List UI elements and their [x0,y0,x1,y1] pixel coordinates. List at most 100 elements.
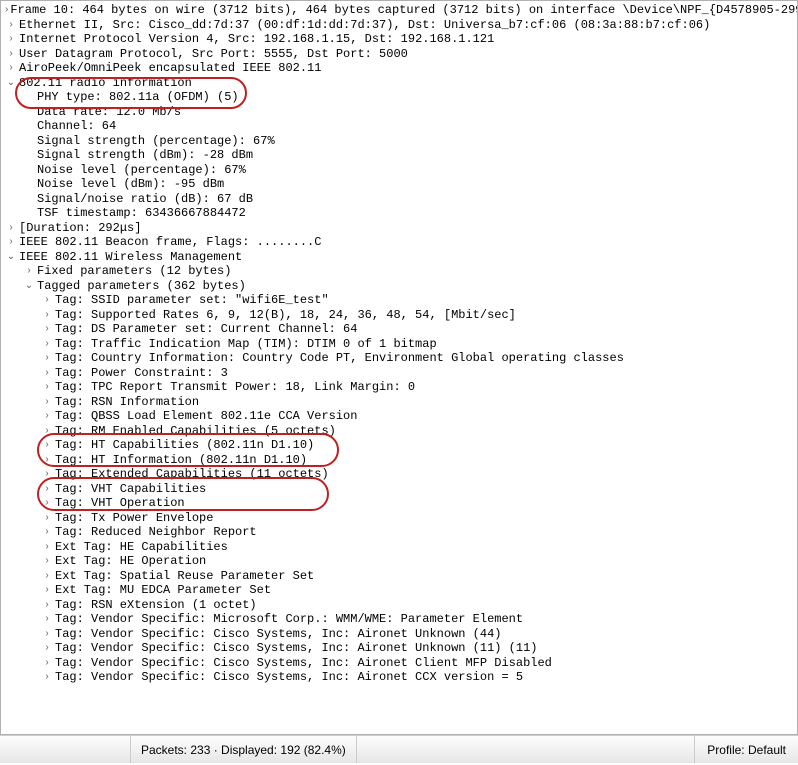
expand-icon[interactable]: › [41,641,53,656]
tree-row[interactable]: ›Tag: QBSS Load Element 802.11e CCA Vers… [1,409,797,424]
tree-row[interactable]: ›Tag: VHT Capabilities [1,482,797,497]
expand-icon[interactable]: › [41,467,53,482]
tree-row: Channel: 64 [1,119,797,134]
tree-row[interactable]: ›Tag: Tx Power Envelope [1,511,797,526]
packet-details-pane[interactable]: ›Frame 10: 464 bytes on wire (3712 bits)… [0,0,798,735]
expand-icon[interactable]: › [41,308,53,323]
expand-icon[interactable]: › [41,627,53,642]
tree-row[interactable]: ›Internet Protocol Version 4, Src: 192.1… [1,32,797,47]
tree-row[interactable]: ›User Datagram Protocol, Src Port: 5555,… [1,47,797,62]
tree-row-label: Tag: Vendor Specific: Cisco Systems, Inc… [55,656,552,671]
tree-row[interactable]: ›Tag: Vendor Specific: Cisco Systems, In… [1,670,797,685]
expand-icon[interactable]: › [41,496,53,511]
expand-icon[interactable]: › [5,61,17,76]
expand-icon[interactable]: › [41,656,53,671]
tree-row[interactable]: ›Ext Tag: HE Capabilities [1,540,797,555]
status-bar: Packets: 233 · Displayed: 192 (82.4%) Pr… [0,735,798,763]
tree-row[interactable]: ›Tag: SSID parameter set: "wifi6E_test" [1,293,797,308]
tree-row[interactable]: ›Tag: RSN eXtension (1 octet) [1,598,797,613]
tree-row-label: Signal/noise ratio (dB): 67 dB [37,192,253,207]
tree-row-label: Tag: Country Information: Country Code P… [55,351,624,366]
collapse-icon[interactable]: ⌄ [5,250,17,265]
expand-icon[interactable]: › [41,409,53,424]
tree-row-label: Tag: Vendor Specific: Cisco Systems, Inc… [55,627,501,642]
collapse-icon[interactable]: ⌄ [23,279,35,294]
tree-row[interactable]: ›Ext Tag: Spatial Reuse Parameter Set [1,569,797,584]
expand-icon[interactable]: › [41,482,53,497]
tree-row[interactable]: ›Tag: Country Information: Country Code … [1,351,797,366]
expand-icon[interactable]: › [41,612,53,627]
expand-icon[interactable]: › [5,3,8,18]
expand-icon[interactable]: › [41,337,53,352]
tree-row[interactable]: ›Tag: Vendor Specific: Cisco Systems, In… [1,656,797,671]
tree-row[interactable]: ›Ethernet II, Src: Cisco_dd:7d:37 (00:df… [1,18,797,33]
tree-row-label: Tag: DS Parameter set: Current Channel: … [55,322,357,337]
expand-icon[interactable]: › [41,293,53,308]
tree-row-label: Tag: HT Information (802.11n D1.10) [55,453,307,468]
tree-row-label: Tag: RM Enabled Capabilities (5 octets) [55,424,336,439]
expand-icon[interactable]: › [41,670,53,685]
expand-icon[interactable]: › [41,598,53,613]
expand-icon[interactable]: › [41,380,53,395]
tree-row-label: Tag: Power Constraint: 3 [55,366,228,381]
tree-row-label: Tag: SSID parameter set: "wifi6E_test" [55,293,329,308]
tree-row[interactable]: ›Tag: Power Constraint: 3 [1,366,797,381]
expand-icon[interactable]: › [41,322,53,337]
expand-icon[interactable]: › [41,424,53,439]
tree-row-label: [Duration: 292μs] [19,221,141,236]
expand-icon[interactable]: › [41,395,53,410]
tree-row[interactable]: ⌄Tagged parameters (362 bytes) [1,279,797,294]
expand-icon[interactable]: › [41,351,53,366]
expand-icon[interactable]: › [5,221,17,236]
tree-row[interactable]: ›Tag: DS Parameter set: Current Channel:… [1,322,797,337]
expand-icon[interactable]: › [41,511,53,526]
tree-row-label: Data rate: 12.0 Mb/s [37,105,181,120]
tree-row-label: Tag: QBSS Load Element 802.11e CCA Versi… [55,409,357,424]
tree-row-label: Tag: RSN Information [55,395,199,410]
tree-row[interactable]: ›Tag: RSN Information [1,395,797,410]
expand-icon[interactable]: › [23,264,35,279]
tree-row[interactable]: ›[Duration: 292μs] [1,221,797,236]
expand-icon[interactable]: › [41,525,53,540]
expand-icon[interactable]: › [5,235,17,250]
tree-row[interactable]: ›Tag: HT Information (802.11n D1.10) [1,453,797,468]
tree-row[interactable]: ›Tag: Vendor Specific: Cisco Systems, In… [1,627,797,642]
tree-row[interactable]: ›IEEE 802.11 Beacon frame, Flags: ......… [1,235,797,250]
tree-row-label: Ethernet II, Src: Cisco_dd:7d:37 (00:df:… [19,18,710,33]
tree-row[interactable]: ›Tag: Extended Capabilities (11 octets) [1,467,797,482]
tree-row[interactable]: ›Tag: RM Enabled Capabilities (5 octets) [1,424,797,439]
tree-row[interactable]: ›Tag: Vendor Specific: Cisco Systems, In… [1,641,797,656]
expand-icon[interactable]: › [5,18,17,33]
tree-row[interactable]: ›Tag: Traffic Indication Map (TIM): DTIM… [1,337,797,352]
tree-row[interactable]: ›Tag: Vendor Specific: Microsoft Corp.: … [1,612,797,627]
tree-row[interactable]: ›AiroPeek/OmniPeek encapsulated IEEE 802… [1,61,797,76]
tree-row[interactable]: ⌄IEEE 802.11 Wireless Management [1,250,797,265]
collapse-icon[interactable]: ⌄ [5,76,17,91]
expand-icon[interactable]: › [41,554,53,569]
expand-icon[interactable]: › [41,366,53,381]
tree-row-label: AiroPeek/OmniPeek encapsulated IEEE 802.… [19,61,321,76]
expand-icon[interactable]: › [5,32,17,47]
tree-row-label: Tag: Vendor Specific: Cisco Systems, Inc… [55,641,537,656]
tree-row[interactable]: ›Tag: TPC Report Transmit Power: 18, Lin… [1,380,797,395]
expand-icon[interactable]: › [41,540,53,555]
tree-row[interactable]: ⌄802.11 radio information [1,76,797,91]
expand-icon[interactable]: › [41,569,53,584]
tree-row[interactable]: ›Tag: HT Capabilities (802.11n D1.10) [1,438,797,453]
tree-row[interactable]: ›Fixed parameters (12 bytes) [1,264,797,279]
tree-row[interactable]: ›Frame 10: 464 bytes on wire (3712 bits)… [1,3,797,18]
tree-row-label: Ext Tag: HE Capabilities [55,540,228,555]
tree-row[interactable]: ›Ext Tag: MU EDCA Parameter Set [1,583,797,598]
tree-row[interactable]: ›Tag: VHT Operation [1,496,797,511]
tree-row[interactable]: ›Ext Tag: HE Operation [1,554,797,569]
tree-row-label: Signal strength (dBm): -28 dBm [37,148,253,163]
expand-icon[interactable]: › [41,453,53,468]
tree-row-label: TSF timestamp: 63436667884472 [37,206,246,221]
expand-icon[interactable]: › [5,47,17,62]
expand-icon[interactable]: › [41,583,53,598]
tree-row-label: IEEE 802.11 Wireless Management [19,250,242,265]
status-profile[interactable]: Profile: Default [695,743,798,757]
tree-row[interactable]: ›Tag: Reduced Neighbor Report [1,525,797,540]
tree-row[interactable]: ›Tag: Supported Rates 6, 9, 12(B), 18, 2… [1,308,797,323]
expand-icon[interactable]: › [41,438,53,453]
